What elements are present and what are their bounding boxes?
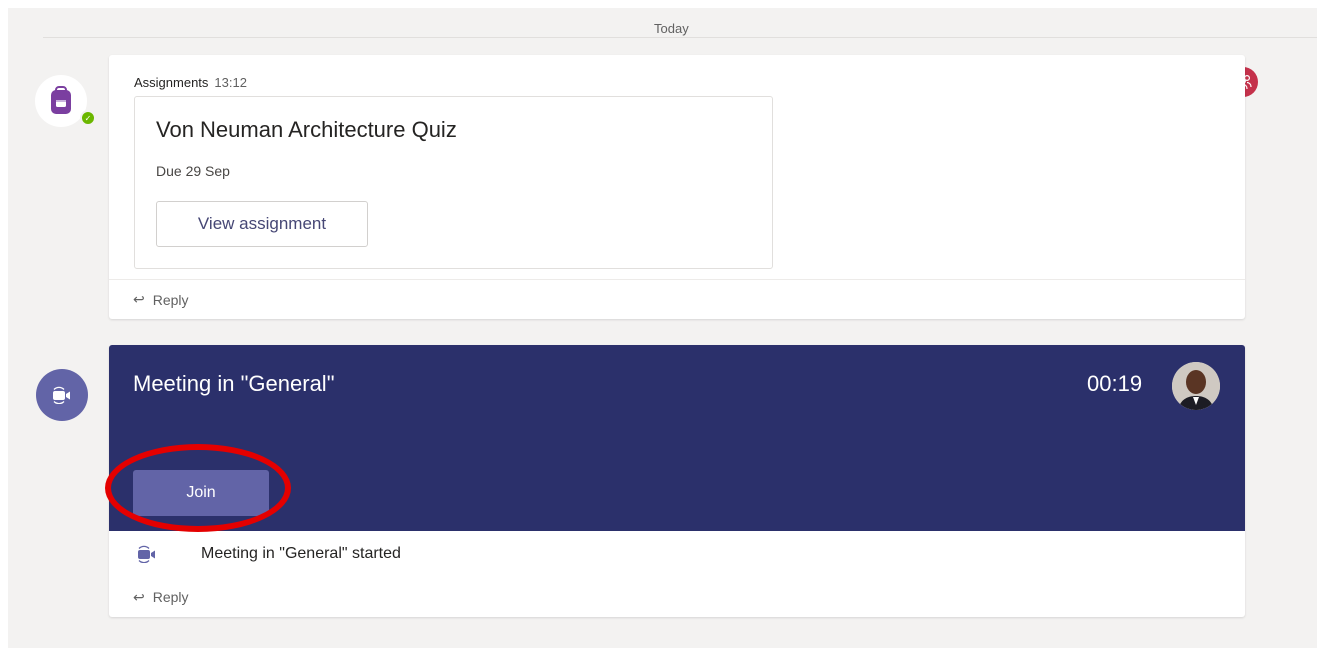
meeting-post: Meeting in "General" 00:19 Join Meeting … — [105, 345, 1245, 617]
presence-available-icon: ✓ — [80, 110, 96, 126]
assignment-title: Von Neuman Architecture Quiz — [156, 117, 457, 142]
meeting-started-notice: Meeting in "General" started — [135, 545, 401, 563]
assignment-card: Von Neuman Architecture Quiz Due 29 Sep … — [134, 96, 773, 269]
assignment-due-date: Due 29 Sep — [156, 163, 230, 179]
join-meeting-button[interactable]: Join — [133, 470, 269, 516]
meeting-timer: 00:19 — [1087, 371, 1143, 396]
video-camera-icon — [138, 545, 155, 563]
meeting-banner: Meeting in "General" 00:19 Join — [105, 345, 1245, 532]
meeting-avatar — [36, 369, 88, 421]
post-header: Assignments 13:12 — [134, 75, 247, 90]
backpack-icon — [51, 86, 71, 114]
post-time: 13:12 — [214, 75, 247, 90]
assignment-post: Assignments 13:12 Von Neuman Architecture… — [109, 55, 1245, 319]
reply-label: Reply — [152, 589, 189, 605]
meeting-title: Meeting in "General" — [133, 371, 335, 396]
reply-arrow-icon: ↩ — [133, 588, 145, 605]
sender-name[interactable]: Assignments — [134, 75, 208, 90]
date-divider-line — [43, 37, 1317, 38]
video-camera-icon — [53, 386, 70, 404]
view-assignment-button[interactable]: View assignment — [156, 201, 368, 247]
reply-button[interactable]: ↩ Reply — [109, 279, 1245, 319]
reply-button[interactable]: ↩ Reply — [109, 577, 1245, 617]
reply-arrow-icon: ↩ — [133, 291, 145, 307]
reply-label: Reply — [152, 291, 189, 308]
meeting-started-text: Meeting in "General" started — [201, 545, 401, 562]
date-divider-label: Today — [642, 21, 701, 36]
participant-avatar[interactable] — [1172, 362, 1220, 410]
